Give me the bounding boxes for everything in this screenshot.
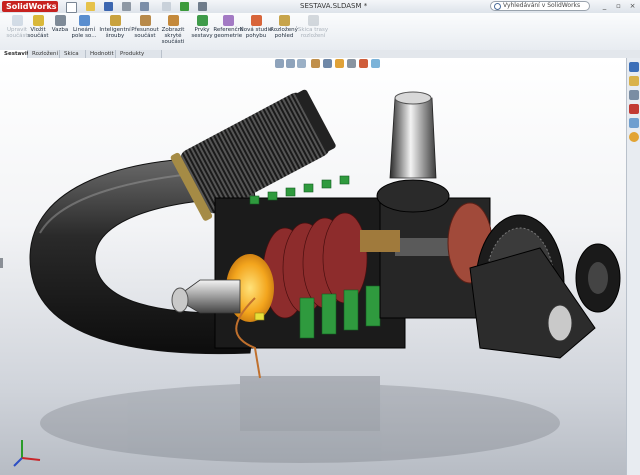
exploded-view-icon xyxy=(278,15,290,26)
button-label: Zobrazit skryté součásti xyxy=(161,27,185,45)
move-component-icon xyxy=(139,15,151,26)
button-label: Přesunout součást xyxy=(131,27,159,39)
button-label: Rozložený pohled xyxy=(270,27,298,39)
reference-geometry-icon xyxy=(222,15,234,26)
view-palette-icon[interactable] xyxy=(629,118,639,128)
show-hidden-icon xyxy=(167,15,179,26)
button-label: Vazba xyxy=(51,27,69,33)
button-label: Skica trasy rozložení xyxy=(297,27,329,39)
document-title: SESTAVA.SLDASM * xyxy=(300,2,368,10)
print-icon[interactable] xyxy=(122,2,131,11)
resources-icon[interactable] xyxy=(629,62,639,72)
appearances-icon[interactable] xyxy=(629,132,639,142)
title-bar: SolidWorks SESTAVA.SLDASM * Vyhledávání … xyxy=(0,0,640,14)
linear-pattern-button[interactable]: Lineární pole so... xyxy=(67,15,101,39)
open-icon[interactable] xyxy=(86,2,95,11)
options-icon[interactable] xyxy=(198,2,207,11)
tab-assembly[interactable]: Sestavit xyxy=(0,50,29,58)
minimize-icon[interactable]: _ xyxy=(600,2,609,10)
file-explorer-icon[interactable] xyxy=(629,90,639,100)
save-icon[interactable] xyxy=(104,2,113,11)
linear-pattern-icon xyxy=(78,15,90,26)
supercharger-assembly-model[interactable] xyxy=(0,58,626,475)
orientation-triad-icon xyxy=(13,440,41,467)
smart-fasteners-button[interactable]: Inteligentní šrouby xyxy=(98,15,132,39)
insert-component-icon xyxy=(32,15,44,26)
tab-evaluate[interactable]: Hodnotit xyxy=(86,50,116,58)
design-library-icon[interactable] xyxy=(629,76,639,86)
search-icon xyxy=(494,3,501,10)
search-results-icon[interactable] xyxy=(629,104,639,114)
new-icon[interactable] xyxy=(66,2,77,13)
mate-icon xyxy=(54,15,66,26)
button-label: Prvky sestavy xyxy=(191,27,213,39)
search-placeholder: Vyhledávání v SolidWorks xyxy=(503,2,581,9)
undo-icon[interactable] xyxy=(140,2,149,11)
explode-line-sketch-button[interactable]: Skica trasy rozložení xyxy=(296,15,330,39)
select-icon[interactable] xyxy=(162,2,171,11)
smart-fasteners-icon xyxy=(109,15,121,26)
restore-icon[interactable]: ▫ xyxy=(614,2,623,10)
tab-sketch[interactable]: Skica xyxy=(60,50,86,58)
task-pane xyxy=(626,58,640,475)
button-label: Lineární pole so... xyxy=(71,27,97,39)
assembly-features-icon xyxy=(196,15,208,26)
close-icon[interactable]: × xyxy=(628,2,637,10)
solidworks-logo[interactable]: SolidWorks xyxy=(2,1,58,12)
button-label: Inteligentní šrouby xyxy=(99,27,131,39)
graphics-area[interactable] xyxy=(0,58,626,475)
rebuild-icon[interactable] xyxy=(180,2,189,11)
command-manager: Upravit součást Vložit součást Vazba Lin… xyxy=(0,13,640,51)
motion-study-icon xyxy=(250,15,262,26)
tab-office-products[interactable]: Produkty Office xyxy=(116,50,162,65)
search-input[interactable]: Vyhledávání v SolidWorks xyxy=(490,1,590,11)
tab-layout[interactable]: Rozložení xyxy=(28,50,60,58)
explode-line-sketch-icon xyxy=(307,15,319,26)
